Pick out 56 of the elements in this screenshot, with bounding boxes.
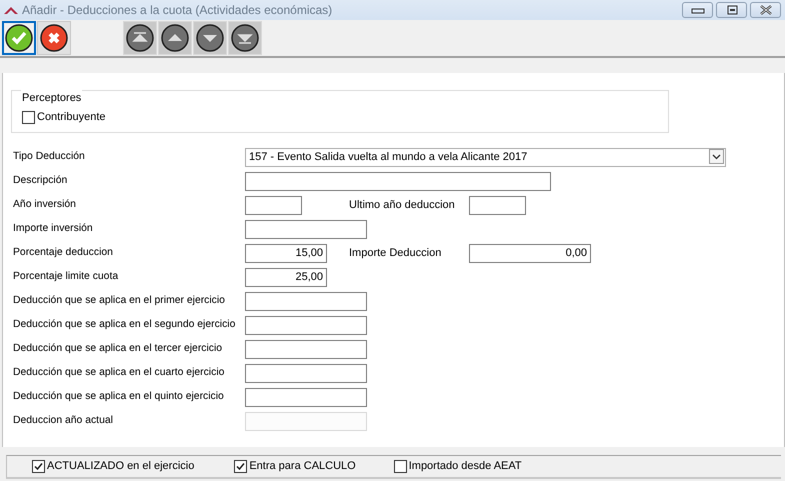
field-label: Deducción que se aplica en el cuarto ejercicio bbox=[12, 366, 226, 380]
down-button[interactable] bbox=[193, 21, 227, 55]
input-field[interactable] bbox=[245, 220, 367, 238]
field-label: Descripción bbox=[12, 174, 68, 188]
field-label: Importe inversión bbox=[12, 222, 94, 236]
input-field[interactable] bbox=[245, 292, 367, 310]
field-label: Porcentaje deduccion bbox=[12, 246, 114, 260]
checkbox[interactable] bbox=[394, 460, 407, 473]
accept-icon bbox=[5, 24, 33, 52]
field-label: Importe Deduccion bbox=[349, 246, 442, 261]
input-field[interactable]: 15,00 bbox=[245, 244, 327, 262]
field-label: Deducción que se aplica en el segundo ejercicio bbox=[12, 318, 236, 332]
cancel-button[interactable] bbox=[37, 21, 71, 55]
input-field[interactable] bbox=[469, 196, 526, 214]
checkbox-label: ACTUALIZADO en el ejercicio bbox=[47, 459, 194, 474]
last-icon bbox=[231, 24, 259, 52]
checkbox[interactable] bbox=[234, 460, 248, 473]
input-field[interactable] bbox=[245, 364, 367, 382]
maximize-icon bbox=[724, 5, 738, 15]
close-button[interactable] bbox=[750, 2, 781, 18]
down-icon bbox=[196, 24, 224, 52]
input-field[interactable] bbox=[245, 196, 302, 214]
last-button[interactable] bbox=[228, 21, 262, 55]
input-field[interactable]: 0,00 bbox=[469, 244, 591, 262]
first-icon bbox=[126, 24, 154, 52]
field-label: Deducción que se aplica en el quinto ejercicio bbox=[12, 390, 225, 404]
first-button[interactable] bbox=[123, 21, 157, 55]
checkbox[interactable] bbox=[22, 110, 35, 124]
close-icon bbox=[758, 5, 772, 15]
maximize-button[interactable] bbox=[716, 2, 747, 18]
input-field[interactable] bbox=[245, 316, 367, 334]
dropdown[interactable]: 157 - Evento Salida vuelta al mundo a vela Alicante 2017 bbox=[245, 148, 726, 166]
checkbox-label: Entra para CALCULO bbox=[249, 459, 356, 474]
input-field[interactable] bbox=[245, 340, 367, 358]
field-label: Tipo Deducción bbox=[12, 150, 86, 164]
field-label: Ultimo año deduccion bbox=[349, 198, 456, 213]
minimize-button[interactable] bbox=[682, 2, 713, 18]
checkbox-label: Contribuyente bbox=[37, 110, 106, 125]
field-label: Deducción que se aplica en el primer ejercicio bbox=[12, 294, 226, 308]
input-field[interactable] bbox=[245, 388, 367, 406]
up-icon bbox=[161, 24, 189, 52]
field-label: Deduccion año actual bbox=[12, 414, 114, 428]
input-field[interactable]: 25,00 bbox=[245, 268, 327, 286]
cancel-icon bbox=[40, 24, 68, 52]
field-label: Año inversión bbox=[12, 198, 77, 212]
checkbox[interactable] bbox=[32, 460, 45, 473]
checkbox-label: Importado desde AEAT bbox=[408, 459, 522, 474]
up-button[interactable] bbox=[158, 21, 192, 55]
dropdown-value: 157 - Evento Salida vuelta al mundo a vela Alicante 2017 bbox=[249, 150, 528, 165]
input-field[interactable] bbox=[245, 172, 551, 190]
group-title: Perceptores bbox=[21, 90, 82, 106]
accept-button[interactable] bbox=[2, 21, 36, 55]
field-label: Deducción que se aplica en el tercer ejercicio bbox=[12, 342, 224, 356]
field-label: Porcentaje limite cuota bbox=[12, 270, 120, 284]
window-title: Añadir - Deducciones a la cuota (Actividades económicas) bbox=[22, 2, 332, 19]
app-logo-icon bbox=[4, 6, 18, 14]
